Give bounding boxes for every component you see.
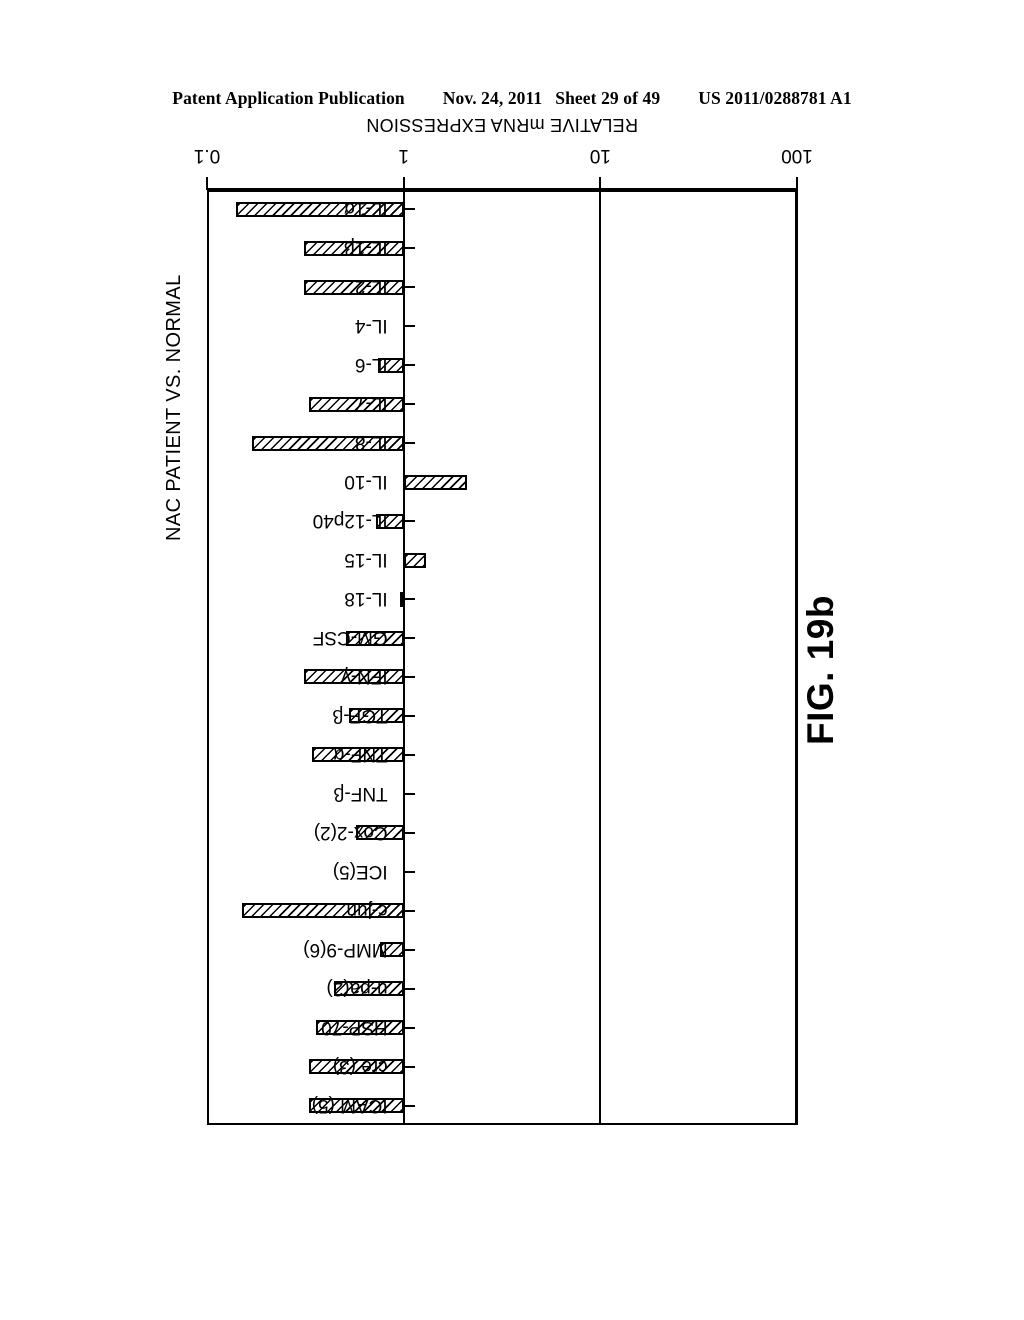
chart-row: IL-15	[207, 541, 797, 580]
y-tick	[403, 403, 415, 406]
category-label-TNF-β: TNF-β	[333, 782, 388, 804]
category-label-ICAM (5): ICAM (5)	[311, 1094, 388, 1116]
category-label-IL-15: IL-15	[344, 549, 388, 571]
chart-row: Cox-2(2)	[207, 813, 797, 852]
category-label-MMP-9(6): MMP-9(6)	[303, 938, 388, 960]
chart-row: ICAM (5)	[207, 1086, 797, 1125]
chart-row: IL-2	[207, 268, 797, 307]
chart-title: NAC PATIENT VS. NORMAL	[163, 274, 185, 541]
chart-row: cre (3)	[207, 1047, 797, 1086]
y-tick	[403, 286, 415, 289]
category-label-HSP-70: HSP-70	[321, 1016, 388, 1038]
chart-row: IL-8	[207, 424, 797, 463]
chart-row: GM-CSF	[207, 619, 797, 658]
y-tick	[403, 1065, 415, 1068]
category-label-IL-12p40: IL-12p40	[312, 510, 388, 532]
chart-row: IL-1β	[207, 229, 797, 268]
y-tick	[403, 520, 415, 523]
chart-row: IL-6	[207, 346, 797, 385]
x-tick-1	[402, 177, 405, 188]
category-label-IL-1β: IL-1β	[344, 237, 388, 259]
category-label-Cox-2(2): Cox-2(2)	[313, 821, 388, 843]
category-label-IL-1α: IL-1α	[343, 198, 388, 220]
y-tick	[403, 948, 415, 951]
y-tick	[403, 831, 415, 834]
bar-IL-15	[403, 552, 427, 568]
bar-IL-18	[399, 591, 404, 607]
chart-row: IL-4	[207, 307, 797, 346]
x-tick-100	[796, 177, 798, 188]
chart-row: IFN-γ	[207, 658, 797, 697]
y-tick	[403, 247, 415, 250]
category-label-IL-4: IL-4	[354, 315, 388, 337]
x-tick-label-100: 100	[781, 145, 813, 166]
category-label-IL-6: IL-6	[354, 354, 388, 376]
y-tick	[403, 1026, 415, 1029]
bar-IL-10	[403, 474, 468, 490]
chart-row: IL-1α	[207, 190, 797, 229]
y-tick	[403, 1104, 415, 1107]
x-axis-title: RELATIVE mRNA EXPRESSION	[366, 115, 638, 135]
chart-row: IL-12p40	[207, 502, 797, 541]
category-label-TNF-α: TNF-α	[333, 743, 388, 765]
y-tick	[403, 208, 415, 211]
category-label-IL-2: IL-2	[354, 276, 388, 298]
chart-row: TNF-β	[207, 774, 797, 813]
y-tick	[403, 364, 415, 367]
y-tick	[403, 637, 415, 640]
category-label-u-pa(2): u-pa(2)	[326, 977, 388, 999]
x-tick-10	[599, 177, 602, 188]
chart-row: u-pa(2)	[207, 969, 797, 1008]
x-tick-0.1	[206, 177, 208, 188]
chart-row: c-jun	[207, 891, 797, 930]
chart-row: TGF-β	[207, 696, 797, 735]
y-tick	[403, 714, 415, 717]
category-label-ICE(5): ICE(5)	[332, 860, 388, 882]
category-label-IL-18: IL-18	[344, 588, 388, 610]
x-tick-label-0.1: 0.1	[193, 145, 221, 166]
category-label-IFN-γ: IFN-γ	[341, 666, 388, 687]
y-tick	[403, 870, 415, 873]
category-label-TGF-β: TGF-β	[332, 704, 388, 726]
chart-row: TNF-α	[207, 735, 797, 774]
x-tick-label-1: 1	[398, 145, 409, 166]
y-tick	[403, 909, 415, 912]
chart-row: ICE(5)	[207, 852, 797, 891]
bar-IL-2	[303, 279, 404, 295]
category-label-c-jun: c-jun	[346, 899, 388, 921]
chart-row: HSP-70	[207, 1008, 797, 1047]
chart-row: IL-18	[207, 580, 797, 619]
chart-row: IL-10	[207, 463, 797, 502]
figure-caption: FIG. 19b	[800, 595, 841, 745]
chart-row: MMP-9(6)	[207, 930, 797, 969]
x-tick-label-10: 10	[589, 145, 611, 166]
chart-row: IL-7	[207, 385, 797, 424]
x-axis-line	[206, 188, 798, 190]
y-tick	[403, 792, 415, 795]
category-label-GM-CSF: GM-CSF	[312, 627, 388, 649]
category-label-IL-7: IL-7	[354, 393, 388, 415]
y-tick	[403, 676, 415, 678]
y-tick	[403, 442, 415, 445]
category-label-IL-8: IL-8	[354, 432, 388, 454]
y-tick	[403, 987, 415, 990]
y-tick	[403, 598, 415, 601]
figure-19b: IL-1α IL-1β IL-2 IL-4 IL-6 IL-7 IL-8 IL-10 IL-12…	[0, 0, 1024, 1320]
category-label-IL-10: IL-10	[344, 471, 388, 493]
y-tick	[403, 753, 415, 756]
category-label-cre (3): cre (3)	[332, 1055, 388, 1077]
y-tick	[403, 325, 415, 328]
bar-chart: IL-1α IL-1β IL-2 IL-4 IL-6 IL-7 IL-8 IL-10 IL-12…	[194, 115, 813, 1125]
